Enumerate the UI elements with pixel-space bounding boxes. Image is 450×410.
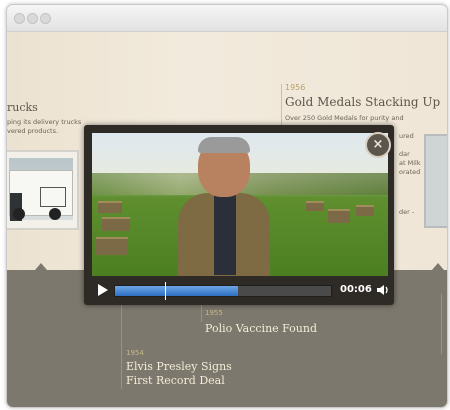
truck-photo-card[interactable] [7,150,79,230]
window-close-dot[interactable] [14,13,25,24]
right-side-text-8: der - [399,208,415,216]
video-controls: 00:06 [84,276,394,305]
right-side-text-3: dar [399,150,410,158]
truck-photo [9,158,73,221]
band-marker-line [121,294,122,389]
wheel-icon [13,208,25,220]
play-icon[interactable] [98,284,108,296]
seek-cursor[interactable] [164,282,166,300]
browser-window: rucks ping its delivery trucks vered pro… [6,4,448,408]
timeline-page: rucks ping its delivery trucks vered pro… [7,32,447,407]
video-modal: × 00:06 [84,125,394,305]
right-event-year: 1956 [285,83,306,92]
time-display: 00:06 [340,284,372,295]
wheel-icon [49,208,61,220]
right-side-text-5: orated [399,168,421,176]
seek-bar-progress [115,286,239,296]
right-side-text-1: ured [399,132,414,140]
band-marker-line [441,294,442,354]
product-photo-card[interactable] [424,134,447,228]
band-event-title-polio[interactable]: Polio Vaccine Found [205,322,317,335]
window-minimize-dot[interactable] [27,13,38,24]
band-event-title-elvis-1[interactable]: Elvis Presley Signs [126,360,232,373]
volume-icon[interactable] [376,283,390,297]
band-event-title-elvis-2[interactable]: First Record Deal [126,374,225,387]
band-event-year-1955: 1955 [205,309,223,317]
right-side-text-4: at Milk [399,159,421,167]
right-event-title: Gold Medals Stacking Up [285,95,441,109]
right-event-text: Over 250 Gold Medals for purity and [285,114,404,122]
seek-bar[interactable] [114,282,332,300]
close-button[interactable]: × [365,132,391,158]
left-event-text-2: vered products. [7,127,59,135]
dairy-logo-icon [40,187,66,207]
band-event-year-1954: 1954 [126,349,144,357]
left-event-text-1: ping its delivery trucks [7,118,82,126]
window-titlebar [7,5,447,32]
band-notch [35,263,47,270]
video-frame[interactable] [92,133,388,276]
band-notch [432,263,444,270]
window-zoom-dot[interactable] [40,13,51,24]
left-event-title: rucks [7,101,38,114]
